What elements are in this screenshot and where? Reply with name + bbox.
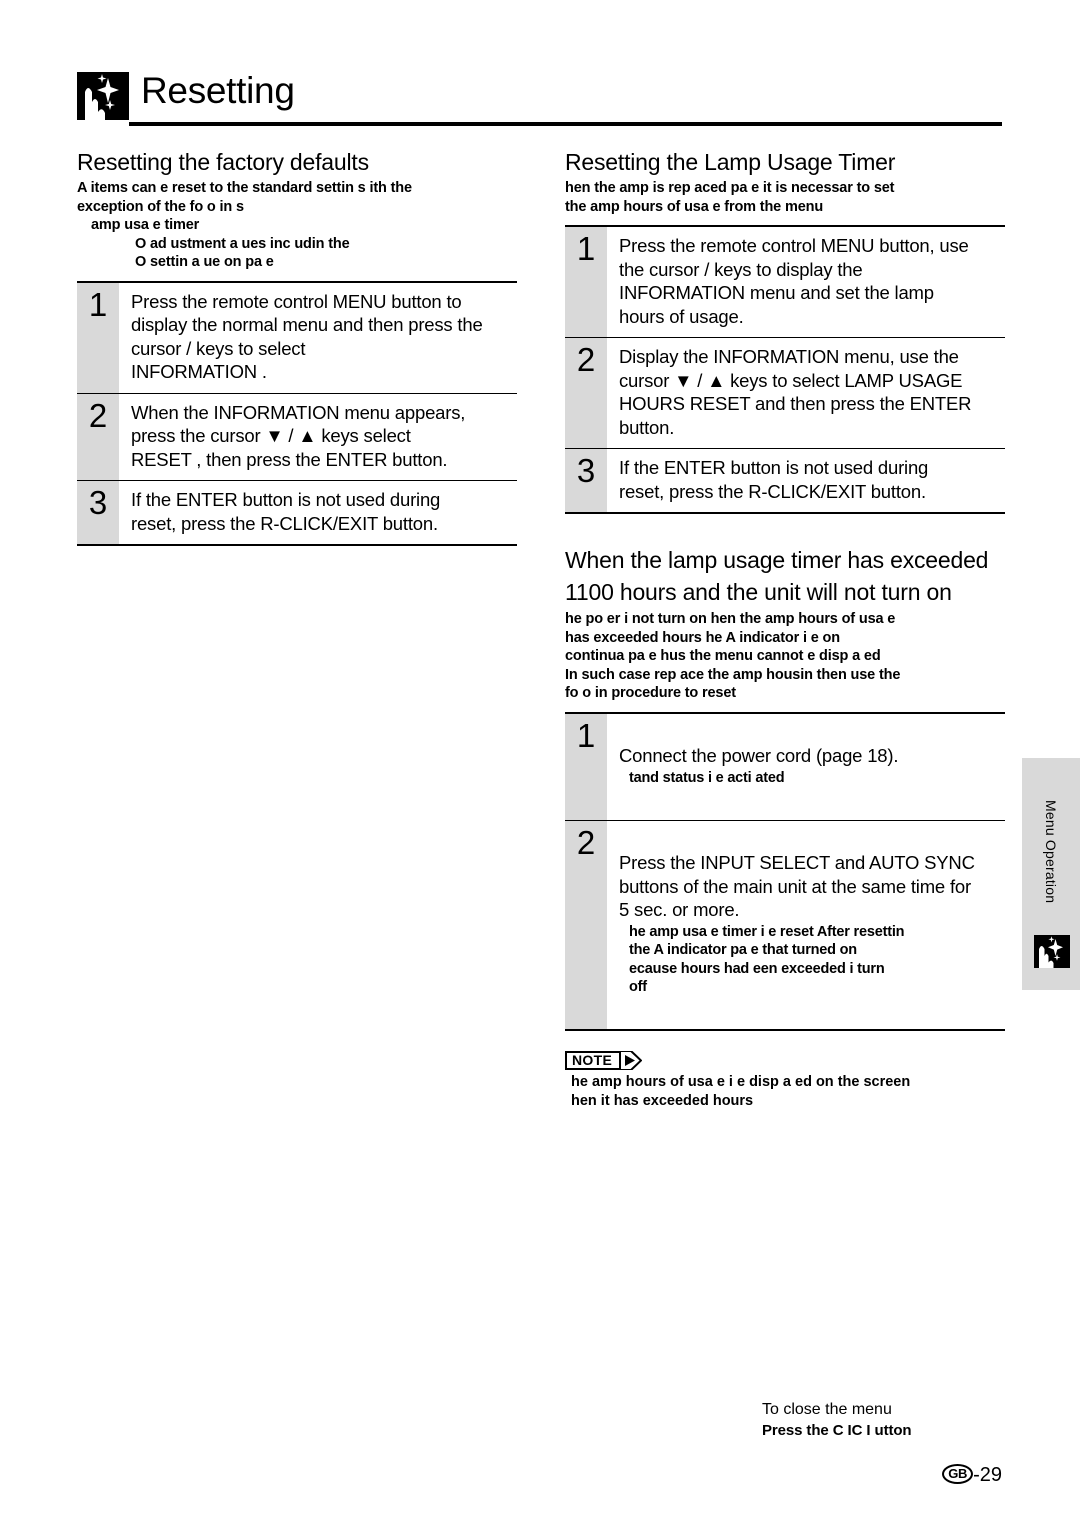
step-item: 1 Press the remote control MENU button t… [77,283,517,393]
step-item: 2 Display the INFORMATION menu, use the … [565,337,1005,448]
step-number: 3 [576,452,596,489]
step-subnote: tand status i e acti ated [629,769,785,786]
step-text: Connect the power cord (page 18). tand s… [607,721,1005,811]
page-number: GB -29 [880,1463,1002,1487]
note-badge-label: NOTE [565,1051,622,1070]
step-number: 1 [88,285,108,323]
steps-bottom-divider [77,544,517,546]
section-title-line-2: 1100 hours and the unit will not turn on [565,579,952,605]
step-text: Press the remote control MENU button to … [131,290,483,383]
exceeded-hours-intro: he po er i not turn on hen the amp hours… [565,611,901,701]
step-text: When the INFORMATION menu appears, press… [131,401,466,470]
header-divider [129,122,1002,126]
step-text: Press the remote control MENU button, us… [619,235,969,327]
step-text-main: Press the INPUT SELECT and AUTO SYNC but… [619,852,975,920]
step-text-main: Connect the power cord (page 18). [619,745,899,766]
sparkle-menu-icon [77,72,129,120]
step-text: Display the INFORMATION menu, use the cu… [619,346,972,438]
step-subnote: he amp usa e timer i e reset After reset… [629,923,905,996]
step-number: 3 [88,484,108,521]
section-title-exceeded-hours: When the lamp usage timer has exceeded 1… [565,544,1005,608]
factory-defaults-intro-item: amp usa e timer [91,217,200,233]
section-title-lamp-usage-timer: Resetting the Lamp Usage Timer [565,149,896,175]
exceeded-hours-steps: 1 Connect the power cord (page 18). tand… [565,711,1005,1031]
factory-defaults-steps: 1 Press the remote control MENU button t… [77,280,517,546]
side-tab-menu-operation: Menu Operation [1022,758,1080,990]
step-text: If the ENTER button is not used during r… [619,457,929,502]
note-arrow-icon [619,1050,643,1075]
lamp-usage-timer-steps: 1 Press the remote control MENU button, … [565,225,1005,514]
note-text: he amp hours of usa e i e disp a ed on t… [571,1074,911,1109]
step-text: If the ENTER button is not used during r… [131,489,441,534]
lamp-usage-timer-intro: hen the amp is rep aced pa e it is neces… [565,180,895,215]
side-tab-label: Menu Operation [1043,800,1059,904]
step-item: 1 Connect the power cord (page 18). tand… [565,714,1005,820]
step-item: 1 Press the remote control MENU button, … [565,227,1005,337]
sparkle-menu-icon [1034,935,1070,968]
step-item: 2 When the INFORMATION menu appears, pre… [77,392,517,481]
note-block: NOTE he amp hours of usa e i e disp a ed… [565,1050,1005,1110]
close-menu-line-1: To close the menu [762,1401,892,1418]
step-number: 2 [576,341,596,378]
left-column: Resetting the factory defaults A items c… [77,148,517,546]
step-number: 1 [576,716,596,754]
step-number: 1 [576,230,596,267]
close-menu-line-2: Press the C IC I utton [762,1422,912,1439]
region-code-badge: GB [942,1464,974,1484]
page-header: Resetting [77,70,1002,130]
note-badge: NOTE [565,1050,643,1071]
step-number: 2 [88,396,108,434]
step-item: 3 If the ENTER button is not used during… [565,448,1005,512]
steps-bottom-divider [565,512,1005,514]
step-item: 3 If the ENTER button is not used during… [77,480,517,544]
step-item: 2 Press the INPUT SELECT and AUTO SYNC b… [565,819,1005,1030]
steps-bottom-divider [565,1029,1005,1031]
page-number-value: -29 [973,1464,1002,1486]
factory-defaults-intro: A items can e reset to the standard sett… [77,180,412,215]
right-column: Resetting the Lamp Usage Timer hen the a… [565,148,1005,1110]
close-menu-note: To close the menu Press the C IC I utton [762,1400,1022,1441]
section-title-line-1: When the lamp usage timer has exceeded [565,547,989,573]
step-number: 2 [576,823,596,861]
page-title: Resetting [141,70,295,111]
section-title-factory-defaults: Resetting the factory defaults [77,149,369,175]
step-text: Press the INPUT SELECT and AUTO SYNC but… [607,828,1005,1021]
factory-defaults-intro-subitems: O ad ustment a ues inc udin the O settin… [135,235,350,271]
